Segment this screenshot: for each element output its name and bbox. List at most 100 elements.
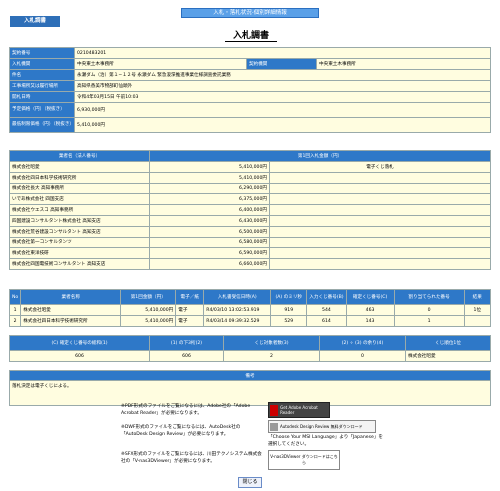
bidder-name: 株式会社四日本科学技術研究所 (9, 171, 150, 184)
remarks-header: 備考 (9, 370, 491, 381)
calc-col: (1) の下3桁(2) (149, 335, 224, 351)
bidder-note (269, 214, 491, 227)
contract-info-table: 契約番号 0210483201 入札機関 中央東土木事務所 契約機関 中央東土木… (9, 47, 491, 133)
value-location: 高知県香美市物部町仙頭外 (74, 80, 491, 92)
bidder-amount: 6,290,000円 (149, 182, 270, 195)
bidder-amount: 5,410,000円 (149, 171, 270, 184)
calc-value: 606 (149, 350, 224, 362)
value-subject: 永瀬ダム（治）第１−１２号 永瀬ダム 緊急浚渫推進事業仕様調査委託業務 (74, 69, 491, 81)
bidder-note (269, 193, 491, 206)
section-tag: 入札調書 (10, 16, 60, 27)
calc-value: 株式会社昭愛 (405, 350, 491, 362)
bidders-col-amount: 第1回入札金額（円） (149, 150, 491, 162)
bidder-note (269, 182, 491, 195)
bidder-note (269, 236, 491, 249)
bidder-amount: 6,580,000円 (149, 236, 270, 249)
lottery-cell: 544 (306, 304, 347, 316)
lottery-cell: 電子 (175, 315, 205, 327)
breadcrumb: 入札・落札状況-個別詳細情報 (181, 8, 319, 18)
bidder-amount: 6,500,000円 (149, 225, 270, 238)
label-min-price: 最低制限価格（円）（税抜き） (9, 117, 75, 133)
calc-value: 2 (223, 350, 320, 362)
calc-col: くじ対象者数(3) (223, 335, 320, 351)
adobe-reader-link[interactable]: Get Adobe Acrobat Reader (268, 402, 330, 418)
lottery-cell: 5,410,000円 (120, 304, 177, 316)
label-bidding-agency: 入札機関 (9, 58, 75, 70)
autodesk-link[interactable]: Autodesk Design Review 無料ダウンロード (268, 420, 376, 433)
bidder-name: 株式会社ウエスコ 高知事務所 (9, 204, 150, 216)
lottery-cell: 1 (8, 304, 22, 316)
bidder-note (269, 258, 491, 270)
lottery-cell: 529 (270, 315, 308, 327)
bidder-name: 株式会社四国電技術コンサルタント 高知支店 (9, 258, 150, 270)
value-contract-agency: 中央東土木事務所 (316, 58, 491, 70)
bidder-note: 電子くじ落札 (269, 161, 491, 173)
bidder-amount: 6,590,000円 (149, 247, 270, 260)
bidder-amount: 5,410,000円 (149, 161, 270, 173)
label-contract-no: 契約番号 (9, 47, 75, 59)
lottery-col: 入力くじ番号(B) (306, 289, 347, 305)
bidders-table: 業者名（法人番号） 第1回入札金額（円） 株式会社昭愛 5,410,000円 電子く… (9, 150, 491, 270)
lottery-cell: 株式会社昭愛 (20, 304, 122, 316)
lottery-calc-table: (C) 確定くじ番号の総和(1) (1) の下3桁(2) くじ対象者数(3) (… (9, 335, 491, 362)
lottery-cell: 0 (393, 304, 465, 316)
lottery-col: 結果 (463, 289, 492, 305)
bidders-col-name: 業者名（法人番号） (9, 150, 150, 162)
bidder-note (269, 204, 491, 216)
value-contract-no: 0210483201 (74, 47, 491, 59)
sfx-note: ※SFX形式のファイルをご覧になるには、川田テクノシステム株式会社の「V-nas… (121, 452, 262, 464)
page-title: 入札調書 (225, 30, 277, 42)
lottery-cell: 1 (393, 315, 465, 327)
lottery-col: 割り当てられた番号 (393, 289, 465, 305)
calc-col: (2) ÷ (3) の余り(4) (319, 335, 406, 351)
bidder-note (269, 171, 491, 184)
lottery-cell: 電子 (175, 304, 205, 316)
bidder-name: いであ株式会社 四国支店 (9, 193, 150, 206)
bidder-amount: 6,375,000円 (149, 193, 270, 206)
bidder-name: 株式会社東洋技研 (9, 247, 150, 260)
lottery-table: No 業者名称 第1回金額（円） 電子／紙 入札書受信日時(A) (A) のミリ… (8, 289, 492, 327)
bidder-note (269, 225, 491, 238)
lottery-col: (A) のミリ秒 (270, 289, 308, 305)
calc-value: 606 (9, 350, 150, 362)
bidder-amount: 6,660,000円 (149, 258, 270, 270)
calc-col: (C) 確定くじ番号の総和(1) (9, 335, 150, 351)
value-opening-date: 令和4年03月15日 午前10:03 (74, 91, 491, 103)
lottery-cell: 143 (345, 315, 395, 327)
value-bidding-agency: 中央東土木事務所 (74, 58, 247, 70)
label-location: 工事場所又は履行場所 (9, 80, 75, 92)
pdf-note: ※PDF形式のファイルをご覧になるには、Adobe社の「Adobe Acroba… (121, 404, 251, 416)
lottery-cell: 614 (306, 315, 347, 327)
lottery-col: 入札書受信日時(A) (203, 289, 272, 305)
bidder-name: 株式会社荒谷建設コンサルタント 高知支店 (9, 225, 150, 238)
lottery-cell: 1位 (463, 304, 492, 316)
lottery-cell: R4/03/14 09:39:32.529 (203, 315, 272, 327)
bidder-name: 株式会社昭愛 (9, 161, 150, 173)
lottery-cell: 463 (345, 304, 395, 316)
msi-note: 「Choose Your MSI Language」より「Japanese」を選… (268, 435, 383, 447)
lottery-col: 業者名称 (20, 289, 122, 305)
remarks-text: 落札決定は電子くじによる。 (9, 380, 491, 406)
dwf-note: ※DWF形式のファイルをご覧になるには、AutoDesk社の「AutoDesk … (121, 425, 241, 437)
label-subject: 件名 (9, 69, 75, 81)
bidder-name: 四国建設コンサルタント株式会社 高知支店 (9, 214, 150, 227)
calc-col: くじ順位1位 (405, 335, 491, 351)
lottery-col: 確定くじ番号(C) (345, 289, 395, 305)
label-planned-price: 予定価格（円）（税抜き） (9, 102, 75, 118)
lottery-col: 電子／紙 (175, 289, 205, 305)
lottery-cell: 株式会社四日本科学技術研究所 (20, 315, 122, 327)
remarks-table: 備考 落札決定は電子くじによる。 (9, 370, 491, 406)
value-min-price: 5,410,000円 (74, 117, 491, 133)
bidder-amount: 6,400,000円 (149, 204, 270, 216)
lottery-cell: R4/03/10 13:02:53.919 (203, 304, 272, 316)
lottery-cell: 5,410,000円 (120, 315, 177, 327)
bidder-name: 株式会社長大 高知事務所 (9, 182, 150, 195)
value-planned-price: 6,930,000円 (74, 102, 491, 118)
vnas-link[interactable]: V-nas3DViewer ダウンロードはこちら (268, 450, 340, 470)
close-button[interactable]: 閉じる (238, 477, 262, 488)
bidder-name: 株式会社第一コンサルタンツ (9, 236, 150, 249)
bidder-amount: 6,430,000円 (149, 214, 270, 227)
lottery-cell: 919 (270, 304, 308, 316)
acrobat-icon (270, 404, 279, 416)
label-contract-agency: 契約機関 (246, 58, 317, 70)
